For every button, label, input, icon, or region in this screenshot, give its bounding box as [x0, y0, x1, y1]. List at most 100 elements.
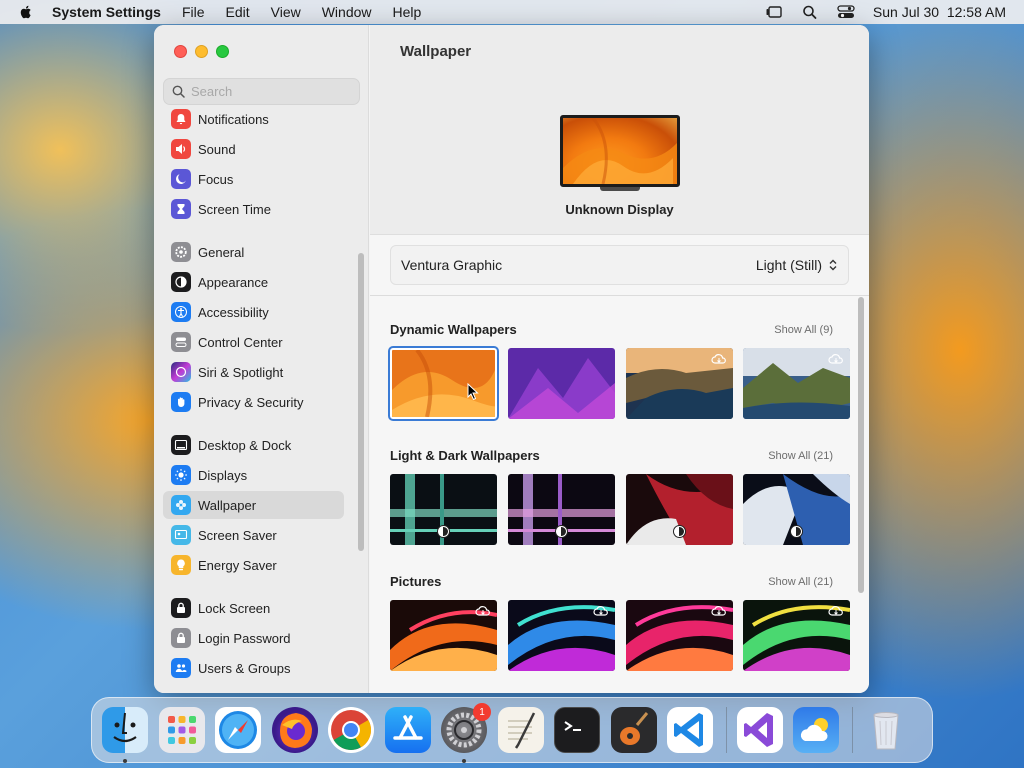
dock-separator — [725, 707, 727, 753]
dock-finder[interactable] — [102, 707, 148, 763]
section-title-light-dark: Light & Dark Wallpapers — [390, 448, 540, 463]
users-icon — [171, 658, 191, 678]
control-center-icon[interactable] — [837, 4, 855, 20]
sidebar-item-displays[interactable]: Displays — [163, 461, 344, 489]
sidebar-item-control-center[interactable]: Control Center — [163, 328, 344, 356]
dock-garageband[interactable] — [610, 707, 657, 753]
search-icon — [172, 85, 185, 98]
bell-icon — [171, 109, 191, 129]
sidebar-item-lock-screen[interactable]: Lock Screen — [163, 594, 344, 622]
cloud-download-icon — [711, 354, 726, 364]
sidebar-item-label: Lock Screen — [198, 600, 271, 616]
sidebar-item-label: Accessibility — [198, 304, 269, 320]
toggles-icon — [171, 332, 191, 352]
apple-logo-icon[interactable] — [18, 4, 34, 20]
wallpaper-thumb-ventura[interactable] — [388, 346, 499, 421]
sidebar-item-label: Wallpaper — [198, 497, 257, 513]
dock-chrome[interactable] — [328, 707, 374, 753]
sidebar-item-appearance[interactable]: Appearance — [163, 268, 344, 296]
display-preview-area: Wallpaper Unknown Display — [370, 25, 869, 235]
menu-clock[interactable]: Sun Jul 30 12:58 AM — [873, 4, 1006, 20]
sidebar-item-users-groups[interactable]: Users & Groups — [163, 654, 344, 682]
content-scrollbar[interactable] — [858, 297, 864, 593]
sidebar-item-label: Screen Saver — [198, 527, 277, 543]
running-indicator — [462, 759, 466, 763]
wallpaper-thumb-streaks-blue[interactable] — [508, 600, 615, 671]
section-title-pictures: Pictures — [390, 574, 442, 589]
menu-view[interactable]: View — [271, 4, 301, 20]
sidebar-item-screen-time[interactable]: Screen Time — [163, 195, 344, 223]
dock-safari[interactable] — [215, 707, 261, 753]
wallpaper-thumb-streaks-pink[interactable] — [626, 600, 733, 671]
sidebar-item-general[interactable]: General — [163, 238, 344, 266]
sidebar-item-privacy-security[interactable]: Privacy & Security — [163, 388, 344, 416]
visual-studio-icon — [743, 713, 773, 747]
dock-firefox[interactable] — [271, 707, 318, 753]
menu-app-name[interactable]: System Settings — [52, 4, 161, 20]
dock-launchpad[interactable] — [158, 707, 205, 753]
wallpaper-thumb-streaks-orange[interactable] — [390, 600, 497, 671]
cloud-download-icon — [711, 606, 726, 616]
cloud-download-icon — [475, 606, 490, 616]
sidebar-item-notifications[interactable]: Notifications — [163, 107, 344, 133]
page-title: Wallpaper — [400, 43, 472, 60]
spotlight-search-icon[interactable] — [801, 4, 819, 20]
appearance-mode-popup[interactable]: Light (Still) — [756, 257, 838, 273]
wallpaper-thumb-shapes-red[interactable] — [626, 474, 733, 545]
dock-app-store[interactable] — [384, 707, 431, 753]
dock-terminal[interactable] — [554, 707, 600, 753]
sidebar-item-wallpaper[interactable]: Wallpaper — [163, 491, 344, 519]
sidebar-item-siri-spotlight[interactable]: Siri & Spotlight — [163, 358, 344, 386]
close-button[interactable] — [174, 45, 187, 58]
wallpaper-thumb-lines-purple[interactable] — [508, 474, 615, 545]
menu-help[interactable]: Help — [393, 4, 422, 20]
dock-textedit[interactable] — [497, 707, 544, 753]
sidebar-item-label: Privacy & Security — [198, 394, 304, 410]
wallpaper-thumb-streaks-green[interactable] — [743, 600, 850, 671]
sidebar-item-accessibility[interactable]: Accessibility — [163, 298, 344, 326]
bulb-icon — [171, 555, 191, 575]
sidebar-item-label: Notifications — [198, 111, 269, 127]
dock-system-settings[interactable]: 1 — [441, 703, 491, 763]
wallpaper-thumb-shapes-blue[interactable] — [743, 474, 850, 545]
firefox-icon — [279, 713, 312, 748]
search-input[interactable] — [191, 84, 351, 99]
show-all-pictures-button[interactable]: Show All (21) — [768, 576, 833, 588]
sidebar-item-label: Sound — [198, 141, 236, 157]
menu-file[interactable]: File — [182, 4, 205, 20]
minimize-button[interactable] — [195, 45, 208, 58]
dock-trash[interactable] — [863, 707, 909, 753]
sidebar-scrollbar[interactable] — [358, 253, 364, 551]
sidebar-item-label: Desktop & Dock — [198, 437, 292, 453]
stage-manager-icon[interactable] — [765, 4, 783, 20]
sidebar-item-login-password[interactable]: Login Password — [163, 624, 344, 652]
trash-icon — [872, 712, 899, 750]
system-settings-window: Notifications Sound Focus Screen Time — [154, 25, 869, 693]
dock-visual-studio[interactable] — [736, 707, 783, 753]
cloud-download-icon — [828, 354, 843, 364]
sidebar-item-energy-saver[interactable]: Energy Saver — [163, 551, 344, 579]
menu-edit[interactable]: Edit — [226, 4, 250, 20]
menu-window[interactable]: Window — [322, 4, 372, 20]
dock-vscode[interactable] — [667, 707, 713, 753]
hourglass-icon — [171, 199, 191, 219]
wallpaper-thumb-lines-green[interactable] — [390, 474, 497, 545]
display-preview — [560, 115, 680, 191]
wallpaper-thumb-monterey[interactable] — [508, 348, 615, 419]
dock-weather[interactable] — [793, 707, 839, 753]
sidebar-item-focus[interactable]: Focus — [163, 165, 344, 193]
search-field[interactable] — [163, 78, 360, 105]
wallpaper-thumb-catalina-island[interactable] — [743, 348, 850, 419]
wallpaper-thumb-catalina-coast[interactable] — [626, 348, 733, 419]
sidebar-item-desktop-dock[interactable]: Desktop & Dock — [163, 431, 344, 459]
sidebar-item-sound[interactable]: Sound — [163, 135, 344, 163]
sidebar: Notifications Sound Focus Screen Time — [154, 25, 369, 693]
cloud-download-icon — [828, 606, 843, 616]
sidebar-item-screen-saver[interactable]: Screen Saver — [163, 521, 344, 549]
zoom-button[interactable] — [216, 45, 229, 58]
show-all-dynamic-button[interactable]: Show All (9) — [774, 324, 833, 336]
show-all-light-dark-button[interactable]: Show All (21) — [768, 450, 833, 462]
sidebar-item-label: General — [198, 244, 245, 260]
current-wallpaper-row: Ventura Graphic Light (Still) — [390, 245, 849, 285]
updown-chevron-icon — [829, 259, 837, 271]
